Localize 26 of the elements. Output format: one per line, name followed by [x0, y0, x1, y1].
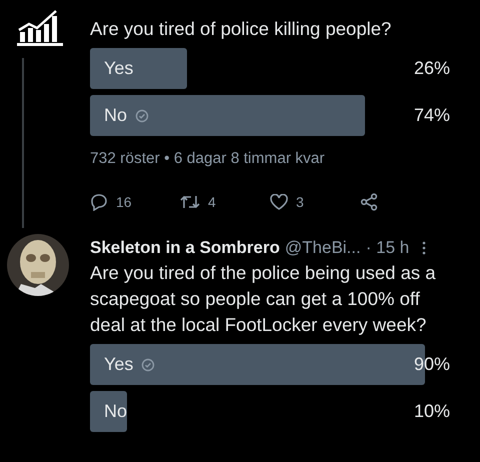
option-percent: 26% — [414, 58, 450, 79]
retweet-count: 4 — [208, 194, 216, 210]
author-handle: @TheBi... — [284, 238, 361, 258]
poll-bar — [90, 391, 128, 432]
poll-question: Are you tired of the police being used as a scapegoat so people can get a 100% off deal at the local FootLocker every week? — [90, 261, 437, 337]
option-label: No — [104, 401, 128, 422]
share-icon[interactable] — [360, 193, 378, 211]
poll-question: Are you tired of police killing people? — [90, 17, 392, 41]
option-percent: 90% — [414, 354, 450, 375]
option-percent: 10% — [414, 401, 450, 422]
check-circle-icon — [141, 358, 156, 372]
retweet-icon[interactable] — [180, 194, 200, 210]
reply-count: 16 — [116, 194, 132, 210]
check-circle-icon — [135, 108, 150, 122]
option-label: No — [104, 105, 150, 126]
like-count: 3 — [296, 194, 304, 210]
option-label: Yes — [104, 58, 134, 79]
reply-icon[interactable] — [90, 193, 108, 211]
poll-meta: 732 röster • 6 dagar 8 timmar kvar — [90, 150, 326, 168]
bar-chart-icon — [16, 8, 64, 46]
heart-icon[interactable] — [270, 194, 288, 210]
author-name[interactable]: Skeleton in a Sombrero — [90, 238, 280, 258]
more-icon[interactable] — [422, 241, 426, 255]
tweet-time: · 15 h — [366, 238, 410, 258]
option-percent: 74% — [414, 105, 450, 126]
option-label: Yes — [104, 354, 156, 375]
